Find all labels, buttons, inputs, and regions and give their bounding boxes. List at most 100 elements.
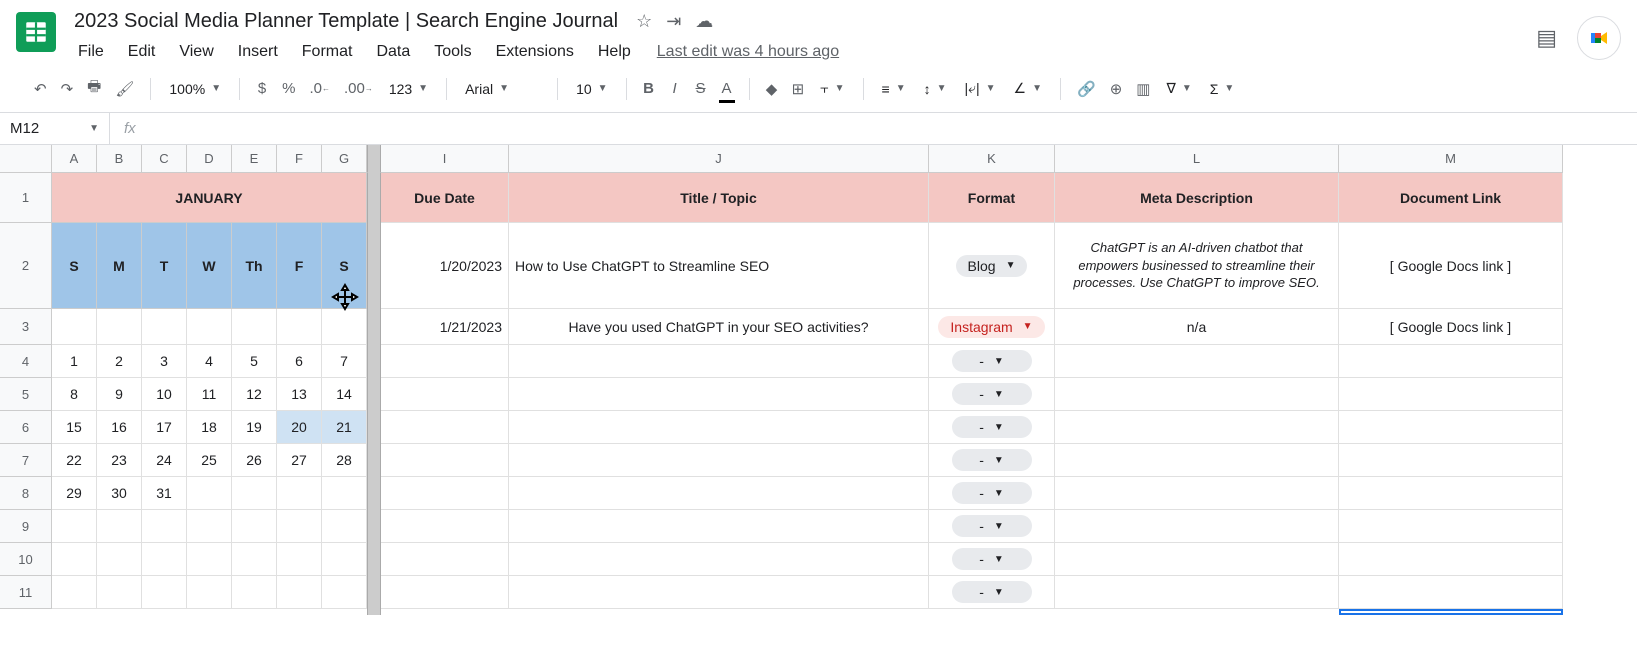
cell-title[interactable]: How to Use ChatGPT to Streamline SEO [509, 223, 929, 309]
calendar-cell[interactable]: 10 [142, 378, 187, 411]
fill-color-button[interactable]: ◆ [760, 74, 784, 104]
calendar-cell[interactable] [52, 576, 97, 609]
menu-file[interactable]: File [68, 39, 114, 65]
calendar-cell[interactable]: 6 [277, 345, 322, 378]
calendar-cell[interactable] [322, 576, 367, 609]
paint-format-button[interactable]: 🖌 [109, 74, 140, 104]
cell[interactable] [1055, 444, 1339, 477]
menu-tools[interactable]: Tools [424, 39, 481, 65]
calendar-cell[interactable] [232, 576, 277, 609]
menu-extensions[interactable]: Extensions [486, 39, 584, 65]
format-chip-empty[interactable]: -▼ [952, 581, 1032, 603]
calendar-cell[interactable]: 12 [232, 378, 277, 411]
cell[interactable] [1055, 477, 1339, 510]
cell-format[interactable]: -▼ [929, 543, 1055, 576]
january-header[interactable]: JANUARY [52, 173, 367, 223]
format-chip-empty[interactable]: -▼ [952, 350, 1032, 372]
cell[interactable] [509, 411, 929, 444]
text-color-button[interactable]: A [715, 74, 739, 103]
cloud-icon[interactable]: ☁ [695, 11, 713, 32]
calendar-cell[interactable] [277, 576, 322, 609]
cell-format[interactable]: Instagram▼ [929, 309, 1055, 345]
col-header[interactable]: E [232, 145, 277, 173]
format-chip-empty[interactable]: -▼ [952, 548, 1032, 570]
cell[interactable] [509, 345, 929, 378]
italic-button[interactable]: I [663, 74, 687, 103]
row-header[interactable]: 5 [0, 378, 52, 411]
cell-meta[interactable]: ChatGPT is an AI-driven chatbot that emp… [1055, 223, 1339, 309]
cell[interactable] [509, 510, 929, 543]
cell[interactable] [1055, 378, 1339, 411]
cell[interactable] [381, 477, 509, 510]
name-box[interactable]: M12▼ [0, 113, 110, 144]
calendar-cell[interactable]: 28 [322, 444, 367, 477]
currency-button[interactable]: $ [250, 74, 274, 103]
redo-button[interactable]: ↷ [55, 74, 80, 104]
cell-doc-link[interactable]: [ Google Docs link ] [1339, 309, 1563, 345]
cell-format[interactable]: -▼ [929, 411, 1055, 444]
calendar-cell[interactable]: 19 [232, 411, 277, 444]
calendar-cell[interactable]: 18 [187, 411, 232, 444]
col-header[interactable]: F [277, 145, 322, 173]
col-header[interactable]: L [1055, 145, 1339, 173]
meet-icon[interactable] [1577, 16, 1621, 60]
last-edit-link[interactable]: Last edit was 4 hours ago [657, 43, 839, 61]
calendar-cell[interactable] [232, 543, 277, 576]
format-chip-empty[interactable]: -▼ [952, 416, 1032, 438]
cell[interactable] [1055, 345, 1339, 378]
font-size-select[interactable]: 10▼ [568, 77, 615, 101]
decrease-decimals-button[interactable]: .0← [303, 74, 336, 103]
borders-button[interactable]: ⊞ [786, 74, 811, 104]
calendar-cell[interactable]: 16 [97, 411, 142, 444]
doc-title[interactable]: 2023 Social Media Planner Template | Sea… [68, 8, 624, 35]
percent-button[interactable]: % [276, 74, 301, 103]
day-header-tue[interactable]: T [142, 223, 187, 309]
calendar-cell[interactable]: 1 [52, 345, 97, 378]
cell[interactable] [1339, 477, 1563, 510]
row-header[interactable]: 2 [0, 223, 52, 309]
undo-button[interactable]: ↶ [28, 74, 53, 104]
calendar-cell[interactable] [52, 543, 97, 576]
col-header[interactable]: C [142, 145, 187, 173]
star-icon[interactable]: ☆ [636, 11, 652, 32]
calendar-cell[interactable] [277, 477, 322, 510]
row-header[interactable]: 1 [0, 173, 52, 223]
calendar-cell[interactable]: 26 [232, 444, 277, 477]
cell[interactable] [1339, 345, 1563, 378]
calendar-cell[interactable]: 17 [142, 411, 187, 444]
row-header[interactable]: 4 [0, 345, 52, 378]
calendar-cell[interactable]: 24 [142, 444, 187, 477]
link-button[interactable]: 🔗 [1071, 74, 1102, 104]
col-header[interactable]: M [1339, 145, 1563, 173]
calendar-cell[interactable]: 31 [142, 477, 187, 510]
format-chip-empty[interactable]: -▼ [952, 515, 1032, 537]
format-chip-instagram[interactable]: Instagram▼ [938, 316, 1044, 338]
select-all-corner[interactable] [0, 145, 52, 173]
row-header[interactable]: 9 [0, 510, 52, 543]
calendar-cell[interactable] [277, 510, 322, 543]
cell[interactable] [381, 543, 509, 576]
filter-select[interactable]: ∇▼ [1158, 76, 1199, 101]
calendar-cell[interactable]: 30 [97, 477, 142, 510]
calendar-cell[interactable]: 15 [52, 411, 97, 444]
day-header-sat[interactable]: S [322, 223, 367, 309]
menu-help[interactable]: Help [588, 39, 641, 65]
calendar-cell[interactable] [322, 510, 367, 543]
calendar-cell[interactable] [187, 576, 232, 609]
zoom-select[interactable]: 100%▼ [161, 77, 229, 101]
cell-format[interactable]: -▼ [929, 444, 1055, 477]
cell-format[interactable]: -▼ [929, 477, 1055, 510]
day-header-thu[interactable]: Th [232, 223, 277, 309]
menu-edit[interactable]: Edit [118, 39, 166, 65]
cell[interactable] [142, 309, 187, 345]
menu-insert[interactable]: Insert [228, 39, 288, 65]
cell[interactable] [381, 378, 509, 411]
calendar-cell[interactable]: 20 [277, 411, 322, 444]
calendar-cell[interactable] [322, 543, 367, 576]
calendar-cell[interactable] [277, 543, 322, 576]
chart-button[interactable]: ▥ [1130, 74, 1156, 104]
cell-meta[interactable]: n/a [1055, 309, 1339, 345]
comment-button[interactable]: ⊕ [1104, 74, 1129, 104]
cell[interactable] [509, 543, 929, 576]
row-header[interactable]: 8 [0, 477, 52, 510]
